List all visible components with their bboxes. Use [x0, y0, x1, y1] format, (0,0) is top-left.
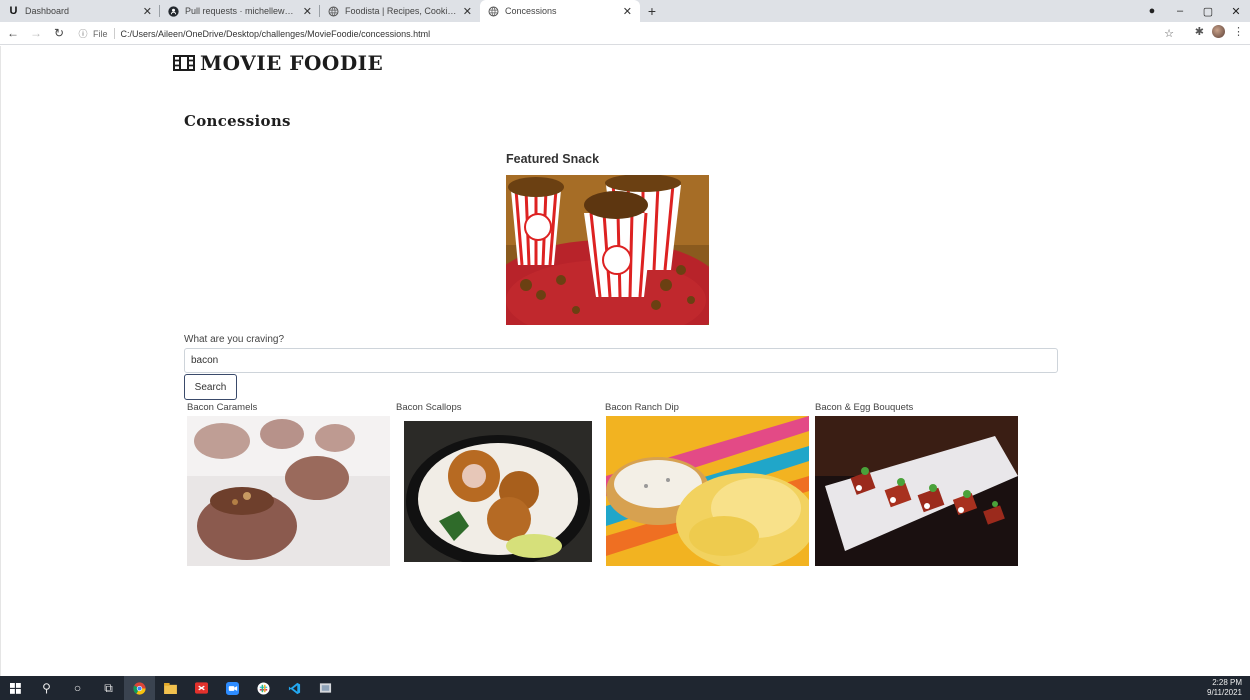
tab-concessions[interactable]: Concessions ✕ [480, 0, 640, 22]
tab-title: Foodista | Recipes, Cooking Tips [345, 6, 457, 16]
address-url[interactable]: C:/Users/Aileen/OneDrive/Desktop/challen… [121, 29, 431, 39]
avatar[interactable] [1212, 25, 1225, 38]
github-icon [168, 5, 179, 17]
page-viewport: MOVIE FOODIE Concessions Featured Snack [0, 46, 1250, 676]
app-window-icon[interactable] [310, 676, 341, 700]
extensions-icon[interactable]: ✱ [1195, 25, 1204, 38]
globe-icon [488, 6, 499, 17]
info-icon[interactable]: ⓘ [76, 27, 90, 41]
search-button[interactable]: Search [184, 374, 237, 400]
result-title[interactable]: Bacon Ranch Dip [605, 401, 679, 415]
search-icon[interactable]: ⚲ [31, 676, 62, 700]
search-input[interactable] [184, 348, 1058, 373]
reload-icon[interactable]: ↻ [49, 26, 69, 40]
result-image[interactable] [187, 416, 390, 566]
result-title[interactable]: Bacon Caramels [187, 401, 257, 415]
tab-title: Dashboard [25, 6, 70, 16]
forward-icon[interactable]: → [26, 26, 46, 40]
clock-time: 2:28 PM [1212, 678, 1242, 687]
featured-snack-title: Featured Snack [506, 152, 600, 166]
slack-icon[interactable] [248, 676, 279, 700]
search-label: What are you craving? [184, 334, 285, 345]
task-view-icon[interactable]: ⧉ [93, 676, 124, 700]
app-red-icon[interactable] [186, 676, 217, 700]
tab-title: Pull requests · michellewehr/Mo [185, 6, 297, 16]
globe-icon [328, 6, 339, 17]
page-title: Concessions [184, 112, 291, 130]
chrome-icon[interactable] [124, 676, 155, 700]
tab-foodista[interactable]: Foodista | Recipes, Cooking Tips ✕ [320, 0, 480, 22]
tab-dashboard[interactable]: U Dashboard ✕ [0, 0, 160, 22]
os-taskbar: ⚲ ○ ⧉ 2:28 PM 9/11/2021 [0, 676, 1250, 700]
close-window-icon[interactable]: ✕ [1222, 5, 1250, 18]
close-tab-icon[interactable]: ✕ [623, 5, 632, 18]
tab-title: Concessions [505, 6, 557, 16]
system-clock[interactable]: 2:28 PM 9/11/2021 [1207, 678, 1242, 698]
new-tab-button[interactable]: + [640, 0, 664, 22]
browser-tabstrip: U Dashboard ✕ Pull requests · michellewe… [0, 0, 1250, 22]
zoom-icon[interactable] [217, 676, 248, 700]
windows-start-icon[interactable] [0, 676, 31, 700]
maximize-icon[interactable]: ▢ [1194, 5, 1222, 18]
minimize-icon[interactable]: – [1166, 5, 1194, 17]
file-explorer-icon[interactable] [155, 676, 186, 700]
close-tab-icon[interactable]: ✕ [463, 5, 472, 18]
menu-kebab-icon[interactable]: ⋮ [1233, 25, 1244, 38]
result-card[interactable]: Bacon & Egg Bouquets [815, 401, 1018, 566]
result-card[interactable]: Bacon Scallops [396, 401, 592, 562]
back-icon[interactable]: ← [3, 26, 23, 40]
site-brand[interactable]: MOVIE FOODIE [173, 51, 383, 75]
close-tab-icon[interactable]: ✕ [303, 5, 312, 18]
tab-pull-requests[interactable]: Pull requests · michellewehr/Mo ✕ [160, 0, 320, 22]
close-tab-icon[interactable]: ✕ [143, 5, 152, 18]
result-image[interactable] [404, 421, 592, 562]
featured-snack-image [506, 175, 709, 325]
vscode-icon[interactable] [279, 676, 310, 700]
film-icon [173, 55, 195, 71]
bookmark-star-icon[interactable]: ☆ [1164, 27, 1174, 40]
brand-name: MOVIE FOODIE [200, 51, 384, 75]
address-scheme-label: File [93, 28, 108, 39]
toolbar-actions: ✱ ⋮ [1195, 25, 1244, 38]
window-controls: ● – ▢ ✕ [1138, 0, 1250, 22]
result-title[interactable]: Bacon Scallops [396, 401, 461, 415]
browser-toolbar: ← → ↻ ⓘ File C:/Users/Aileen/OneDrive/De… [0, 22, 1250, 45]
clock-date: 9/11/2021 [1207, 688, 1242, 697]
profile-menu-icon[interactable]: ● [1138, 5, 1166, 17]
result-image[interactable] [606, 416, 809, 566]
result-card[interactable]: Bacon Ranch Dip [605, 401, 809, 566]
result-image[interactable] [815, 416, 1018, 566]
result-title[interactable]: Bacon & Egg Bouquets [815, 401, 913, 415]
u-logo-icon: U [9, 5, 18, 17]
cortana-icon[interactable]: ○ [62, 676, 93, 700]
result-card[interactable]: Bacon Caramels [187, 401, 390, 566]
address-bar[interactable]: ⓘ File C:/Users/Aileen/OneDrive/Desktop/… [72, 24, 1178, 43]
